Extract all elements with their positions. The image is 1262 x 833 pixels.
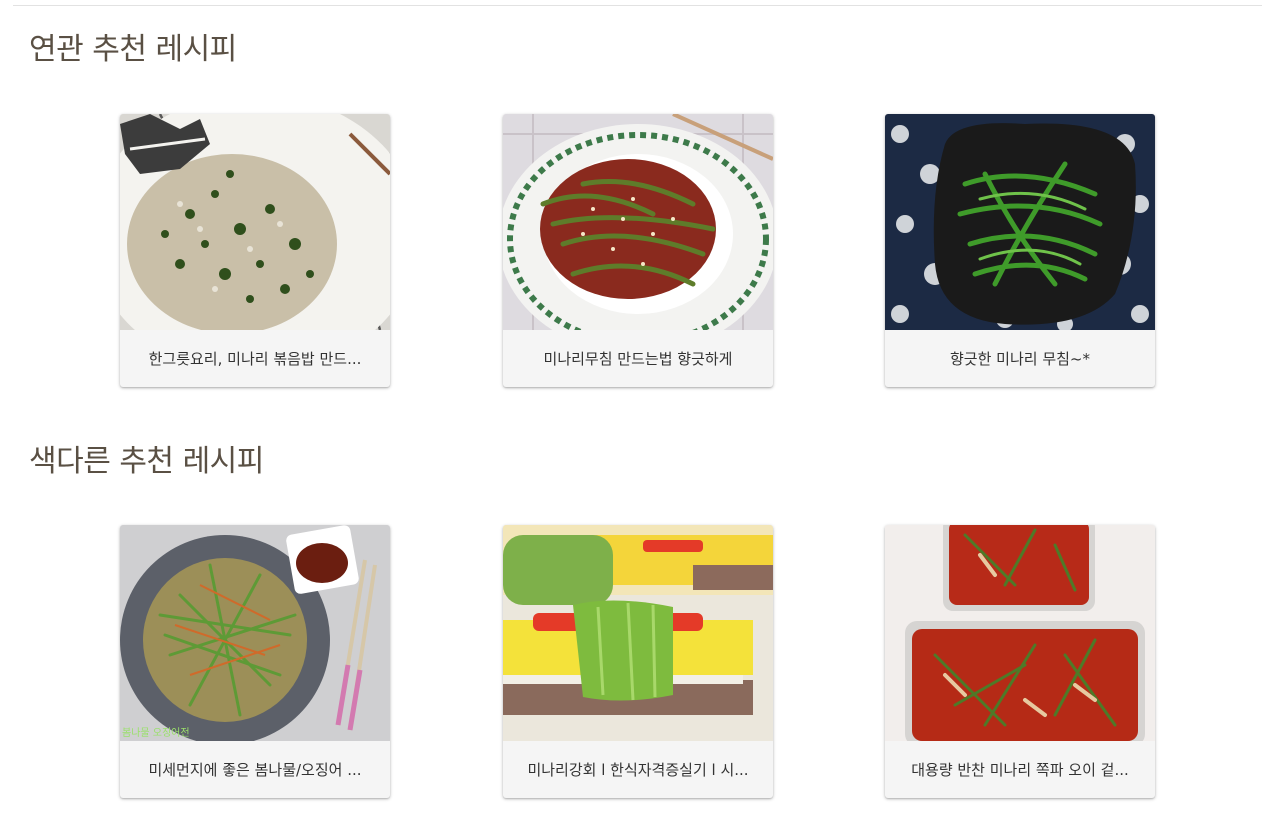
recipe-title[interactable]: 향긋한 미나리 무침~* (885, 330, 1155, 387)
recipe-thumbnail[interactable] (503, 525, 773, 741)
recipe-title[interactable]: 대용량 반찬 미나리 쪽파 오이 겉... (885, 741, 1155, 798)
recipe-title[interactable]: 미나리강회 l 한식자격증실기 l 시... (503, 741, 773, 798)
section-title-related: 연관 추천 레시피 (29, 32, 237, 67)
recipe-card-special-3[interactable]: 대용량 반찬 미나리 쪽파 오이 겉... (885, 525, 1155, 798)
recipe-thumbnail[interactable] (885, 114, 1155, 330)
section-title-special: 색다른 추천 레시피 (29, 444, 264, 479)
recipe-title[interactable]: 한그릇요리, 미나리 볶음밥 만드... (120, 330, 390, 387)
recipe-thumbnail[interactable] (885, 525, 1155, 741)
recipe-card-related-1[interactable]: 한그릇요리, 미나리 볶음밥 만드... (120, 114, 390, 387)
top-divider (13, 5, 1262, 6)
recipe-card-special-2[interactable]: 미나리강회 l 한식자격증실기 l 시... (503, 525, 773, 798)
recipe-thumbnail[interactable] (503, 114, 773, 330)
recipe-thumbnail[interactable] (120, 114, 390, 330)
recipe-title[interactable]: 미세먼지에 좋은 봄나물/오징어 ... (120, 741, 390, 798)
recipe-title[interactable]: 미나리무침 만드는법 향긋하게 (503, 330, 773, 387)
recipe-thumbnail[interactable]: 봄나물 오징어전 (120, 525, 390, 741)
recipe-card-special-1[interactable]: 봄나물 오징어전 미세먼지에 좋은 봄나물/오징어 ... (120, 525, 390, 798)
recipe-card-related-2[interactable]: 미나리무침 만드는법 향긋하게 (503, 114, 773, 387)
watermark-text: 봄나물 오징어전 (122, 727, 190, 739)
recipe-card-related-3[interactable]: 향긋한 미나리 무침~* (885, 114, 1155, 387)
